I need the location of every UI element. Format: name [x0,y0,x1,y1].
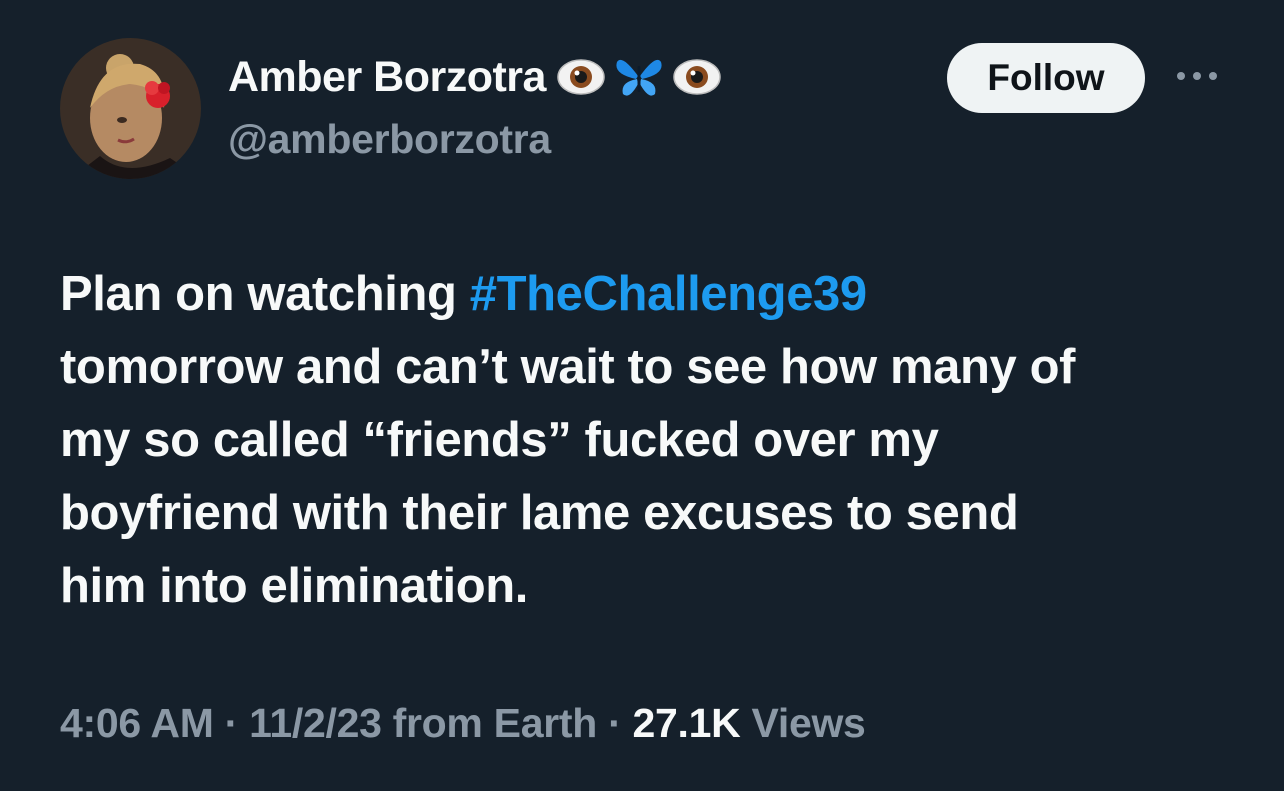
butterfly-emoji-icon [616,59,662,96]
eyes-emoji-icon [673,59,721,95]
author-handle[interactable]: @amberborzotra [228,116,551,163]
views-count[interactable]: 27.1K [633,700,741,746]
follow-button[interactable]: Follow [947,43,1145,113]
tweet-time[interactable]: 4:06 AM [60,700,214,746]
author-display-name[interactable]: Amber Borzotra [228,53,546,102]
more-dots-icon[interactable] [1172,60,1222,92]
tweet-date[interactable]: 11/2/23 [249,700,382,746]
views-label: Views [740,700,866,746]
tweet-card: Amber Borzotra @amberborzotra Follow Pla… [0,0,1284,791]
author-name-row[interactable]: Amber Borzotra [228,52,722,102]
tweet-line: boyfriend with their lame excuses to sen… [60,486,1019,540]
tweet-meta: 4:06 AM · 11/2/23 from Earth · 27.1K Vie… [60,700,866,747]
meta-separator: · [596,700,633,746]
tweet-text: Plan on watching #TheChallenge39 tomorro… [60,258,1240,623]
avatar-image [60,38,201,179]
tweet-line: my so called “friends” fucked over my [60,413,939,467]
tweet-line: tomorrow and can’t wait to see how many … [60,340,1076,394]
tweet-source: from Earth [381,700,598,746]
meta-separator: · [213,700,250,746]
tweet-line: Plan on watching #TheChallenge39 [60,258,1240,331]
name-emojis [556,52,722,102]
eyes-emoji-icon [557,59,605,95]
tweet-text-segment: Plan on watching [60,267,470,321]
avatar[interactable] [60,38,201,179]
hashtag-link[interactable]: #TheChallenge39 [470,267,867,321]
tweet-line: him into elimination. [60,559,528,613]
